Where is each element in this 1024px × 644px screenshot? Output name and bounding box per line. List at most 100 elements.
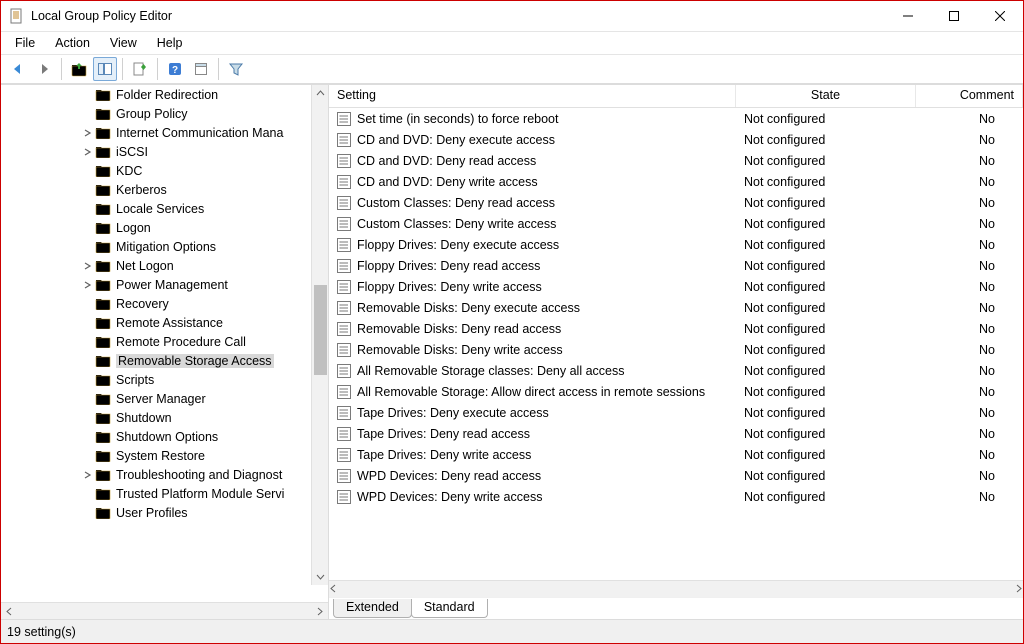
tree-item[interactable]: Server Manager <box>1 389 316 408</box>
scroll-right-icon[interactable] <box>311 603 328 620</box>
list-row[interactable]: WPD Devices: Deny read access Not configu… <box>329 465 1023 486</box>
folder-icon <box>95 335 111 348</box>
tree-item[interactable]: Internet Communication Mana <box>1 123 316 142</box>
menu-file[interactable]: File <box>5 32 45 54</box>
list-horizontal-scrollbar[interactable] <box>329 580 1023 597</box>
back-button[interactable] <box>6 57 30 81</box>
tree-spacer <box>81 487 95 501</box>
tree-item[interactable]: Logon <box>1 218 316 237</box>
tree-scroll[interactable]: Folder RedirectionGroup PolicyInternet C… <box>1 85 328 602</box>
tree-item[interactable]: Mitigation Options <box>1 237 316 256</box>
tree-item[interactable]: Scripts <box>1 370 316 389</box>
tree-item[interactable]: Trusted Platform Module Servi <box>1 484 316 503</box>
setting-name: WPD Devices: Deny read access <box>357 469 541 483</box>
policy-setting-icon <box>337 196 351 210</box>
forward-button[interactable] <box>32 57 56 81</box>
tab-standard[interactable]: Standard <box>411 599 488 618</box>
tree-item[interactable]: Locale Services <box>1 199 316 218</box>
up-button[interactable] <box>67 57 91 81</box>
setting-state: Not configured <box>744 112 825 126</box>
show-tree-button[interactable] <box>93 57 117 81</box>
list-row[interactable]: All Removable Storage classes: Deny all … <box>329 360 1023 381</box>
tree-item[interactable]: Removable Storage Access <box>1 351 316 370</box>
scroll-left-icon[interactable] <box>1 603 18 620</box>
minimize-button[interactable] <box>885 1 931 31</box>
tab-extended[interactable]: Extended <box>333 599 412 618</box>
tree-horizontal-scrollbar[interactable] <box>1 602 328 619</box>
tree-item[interactable]: Recovery <box>1 294 316 313</box>
scroll-down-icon[interactable] <box>312 568 328 585</box>
status-bar: 19 setting(s) <box>1 619 1023 643</box>
menu-help[interactable]: Help <box>147 32 193 54</box>
scroll-right-icon[interactable] <box>1014 582 1023 596</box>
tree-item[interactable]: Shutdown Options <box>1 427 316 446</box>
tree-item[interactable]: Power Management <box>1 275 316 294</box>
setting-name: CD and DVD: Deny read access <box>357 154 536 168</box>
toolbar-separator <box>122 58 123 80</box>
list-row[interactable]: Floppy Drives: Deny read accessNot confi… <box>329 255 1023 276</box>
chevron-right-icon[interactable] <box>81 278 95 292</box>
setting-state: Not configured <box>744 322 825 336</box>
tree-item[interactable]: User Profiles <box>1 503 316 522</box>
tree-item-label: Troubleshooting and Diagnost <box>116 468 282 482</box>
list-row[interactable]: CD and DVD: Deny read accessNot configur… <box>329 150 1023 171</box>
tree-item[interactable]: Remote Assistance <box>1 313 316 332</box>
tree-item[interactable]: System Restore <box>1 446 316 465</box>
help-button[interactable]: ? <box>163 57 187 81</box>
list-row[interactable]: Removable Disks: Deny execute accessNot … <box>329 297 1023 318</box>
tree-item[interactable]: Troubleshooting and Diagnost <box>1 465 316 484</box>
list-row[interactable]: Floppy Drives: Deny write accessNot conf… <box>329 276 1023 297</box>
setting-comment: No <box>979 427 995 441</box>
list-row[interactable]: Tape Drives: Deny execute accessNot conf… <box>329 402 1023 423</box>
setting-name: Set time (in seconds) to force reboot <box>357 112 558 126</box>
list-row[interactable]: Tape Drives: Deny write accessNot config… <box>329 444 1023 465</box>
tree-item-label: Server Manager <box>116 392 206 406</box>
chevron-right-icon[interactable] <box>81 145 95 159</box>
list-row[interactable]: CD and DVD: Deny write accessNot configu… <box>329 171 1023 192</box>
list-row[interactable]: Set time (in seconds) to force reboot Not… <box>329 108 1023 129</box>
tree-spacer <box>81 88 95 102</box>
list-row[interactable]: CD and DVD: Deny execute accessNot confi… <box>329 129 1023 150</box>
chevron-right-icon[interactable] <box>81 468 95 482</box>
maximize-button[interactable] <box>931 1 977 31</box>
export-button[interactable] <box>128 57 152 81</box>
tree-item[interactable]: Net Logon <box>1 256 316 275</box>
list-row[interactable]: Removable Disks: Deny read accessNot con… <box>329 318 1023 339</box>
chevron-right-icon[interactable] <box>81 259 95 273</box>
tree-item[interactable]: Folder Redirection <box>1 85 316 104</box>
scroll-up-icon[interactable] <box>312 85 328 102</box>
list-row[interactable]: Removable Disks: Deny write accessNot co… <box>329 339 1023 360</box>
list-row[interactable]: Floppy Drives: Deny execute accessNot co… <box>329 234 1023 255</box>
column-comment[interactable]: Comment <box>916 85 1023 107</box>
menu-view[interactable]: View <box>100 32 147 54</box>
list-row[interactable]: All Removable Storage: Allow direct acce… <box>329 381 1023 402</box>
tree-item[interactable]: Shutdown <box>1 408 316 427</box>
tree-vertical-scrollbar[interactable] <box>311 85 328 585</box>
filter-button[interactable] <box>224 57 248 81</box>
policy-setting-icon <box>337 385 351 399</box>
list-row[interactable]: Custom Classes: Deny read accessNot conf… <box>329 192 1023 213</box>
tree-item[interactable]: iSCSI <box>1 142 316 161</box>
setting-state: Not configured <box>744 469 825 483</box>
setting-comment: No <box>979 259 995 273</box>
close-button[interactable] <box>977 1 1023 31</box>
menu-action[interactable]: Action <box>45 32 100 54</box>
tree-item[interactable]: KDC <box>1 161 316 180</box>
tree-spacer <box>81 221 95 235</box>
column-setting[interactable]: Setting <box>329 85 736 107</box>
tree-item-label: Recovery <box>116 297 169 311</box>
setting-name: Floppy Drives: Deny write access <box>357 280 542 294</box>
tree-item[interactable]: Kerberos <box>1 180 316 199</box>
list-row[interactable]: Tape Drives: Deny read accessNot configu… <box>329 423 1023 444</box>
tree-item-label: Trusted Platform Module Servi <box>116 487 284 501</box>
scroll-left-icon[interactable] <box>329 582 338 596</box>
scrollbar-thumb[interactable] <box>314 285 327 375</box>
tree-item[interactable]: Remote Procedure Call <box>1 332 316 351</box>
chevron-right-icon[interactable] <box>81 126 95 140</box>
list-row[interactable]: WPD Devices: Deny write accessNot config… <box>329 486 1023 507</box>
properties-button[interactable] <box>189 57 213 81</box>
list-row[interactable]: Custom Classes: Deny write accessNot con… <box>329 213 1023 234</box>
tree-item[interactable]: Group Policy <box>1 104 316 123</box>
tree-pane: Folder RedirectionGroup PolicyInternet C… <box>1 85 329 619</box>
column-state[interactable]: State <box>736 85 916 107</box>
